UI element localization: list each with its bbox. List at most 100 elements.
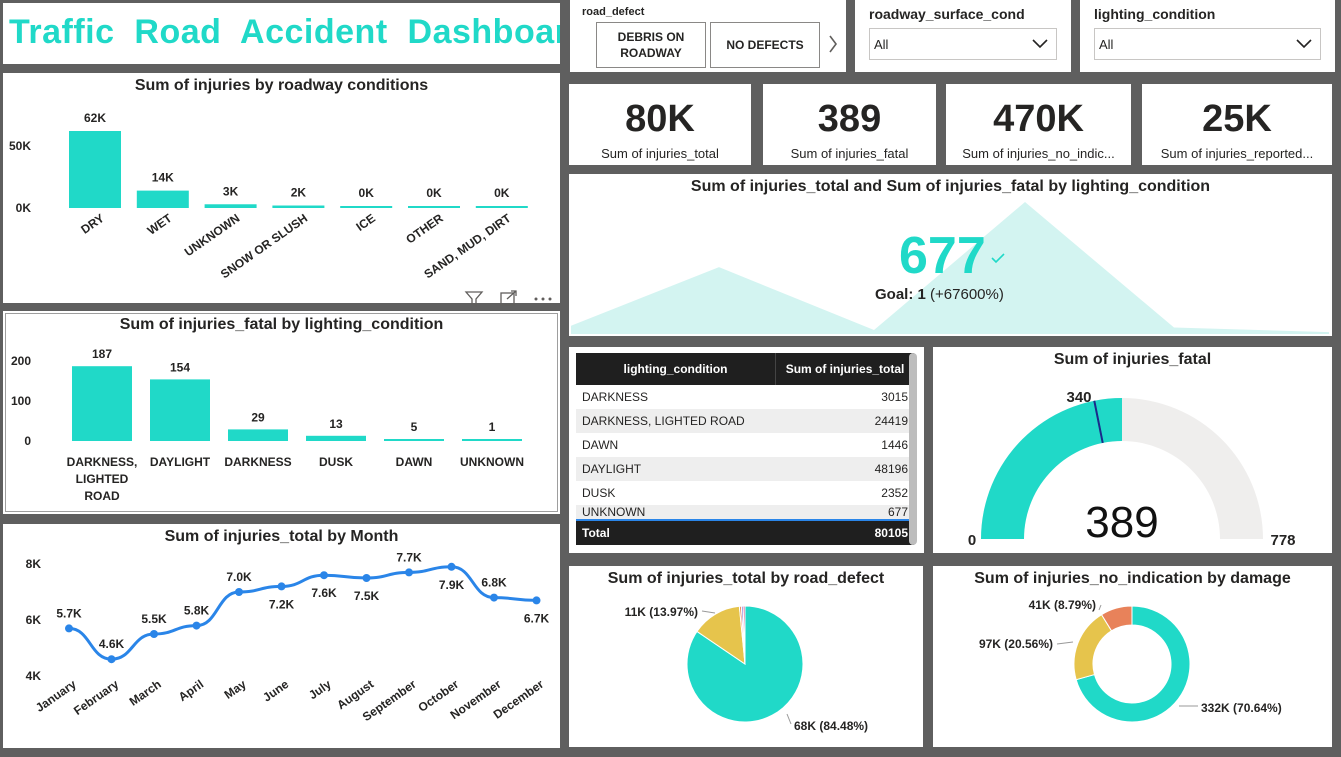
kpi-value-text: 677 <box>899 227 986 285</box>
y-tick-label: 8K <box>26 557 42 571</box>
road-defect-slicer-title: road_defect <box>582 6 645 18</box>
slice-label: 68K (84.48%) <box>794 719 868 733</box>
data-label: 2K <box>291 186 307 200</box>
kpi-goal-change: (+67600%) <box>930 286 1004 303</box>
table-total-value: 80105 <box>775 519 914 545</box>
x-tick-label: April <box>176 677 206 704</box>
x-tick-label: UNKNOWN <box>460 455 524 469</box>
title-panel: Traffic Road Accident Dashboard <box>3 3 560 64</box>
data-label: 3K <box>223 184 239 198</box>
x-tick-label: DARKNESS, LIGHTED ROAD <box>67 455 138 503</box>
data-label: 7.9K <box>439 578 465 592</box>
data-label: 13 <box>329 417 343 431</box>
surface-slicer: roadway_surface_cond All <box>855 0 1071 72</box>
data-label: 154 <box>170 360 190 374</box>
x-tick-label: DUSK <box>319 455 353 469</box>
gauge-max-label: 778 <box>1270 532 1295 549</box>
table-cell: DAYLIGHT <box>576 457 776 481</box>
chip-debris-on-roadway[interactable]: DEBRIS ON ROADWAY <box>596 22 706 68</box>
card-label: Sum of injuries_no_indic... <box>962 146 1115 161</box>
focus-mode-icon[interactable] <box>500 290 517 306</box>
road-defect-pie-chart: 68K (84.48%) 11K (13.97%) <box>625 605 868 733</box>
leader-line <box>1098 604 1102 611</box>
filter-icon[interactable] <box>464 291 484 308</box>
gauge-value: 389 <box>1085 498 1158 547</box>
roadway-chart-panel: Sum of injuries by roadway conditions 50… <box>3 73 560 303</box>
x-tick-label: March <box>127 677 164 709</box>
x-tick-label: February <box>71 677 121 718</box>
data-label: 5 <box>411 420 418 434</box>
column-header[interactable]: lighting_condition <box>576 353 777 385</box>
chip-no-defects[interactable]: NO DEFECTS <box>710 22 820 68</box>
lighting-dropdown[interactable]: All <box>1094 28 1321 60</box>
surface-dropdown[interactable]: All <box>869 28 1057 60</box>
data-label: 0K <box>494 186 510 200</box>
leader-line <box>1056 641 1074 645</box>
series-line <box>68 565 537 661</box>
data-point <box>65 624 73 633</box>
table-cell: 24419 <box>775 409 914 433</box>
table-row: DAYLIGHT 48196 <box>576 457 914 481</box>
data-label: 0K <box>359 186 375 200</box>
bar <box>136 190 189 208</box>
data-point <box>405 568 413 577</box>
gauge-min-label: 0 <box>968 532 976 549</box>
table-row: DARKNESS 3015 <box>576 385 914 409</box>
kpi-goal-value: 1 <box>917 286 926 303</box>
table-cell: 48196 <box>775 457 914 481</box>
card-injuries-reported: 25K Sum of injuries_reported... <box>1142 84 1332 165</box>
data-label: 187 <box>92 347 112 361</box>
table-cell: UNKNOWN <box>576 505 776 520</box>
data-point <box>150 630 158 638</box>
card-value: 80K <box>625 98 695 140</box>
gauge-chart: 340 389 0 778 <box>968 389 1296 549</box>
lighting-slicer-title: lighting_condition <box>1094 6 1216 22</box>
slice-label: 97K (20.56%) <box>979 637 1053 651</box>
data-label: 7.2K <box>269 597 295 611</box>
kpi-value: 677 <box>899 226 1006 286</box>
card-value: 470K <box>993 98 1084 140</box>
y-tick-label: 6K <box>26 613 42 627</box>
bar <box>228 429 288 441</box>
data-label: 1 <box>489 420 496 434</box>
slice-label: 41K (8.79%) <box>1029 598 1096 612</box>
more-options-icon[interactable] <box>534 297 552 301</box>
bar <box>384 439 444 441</box>
x-tick-label: DARKNESS <box>224 455 291 469</box>
table-cell: 677 <box>775 505 914 520</box>
bar <box>150 379 210 441</box>
x-tick-label: July <box>306 677 334 702</box>
column-header[interactable]: Sum of injuries_total <box>775 353 914 385</box>
lighting-slicer: lighting_condition All <box>1080 0 1335 72</box>
pie-panel: Sum of injuries_total by road_defect 68K… <box>569 566 923 747</box>
damage-donut-chart: 332K (70.64%) 97K (20.56%) 41K (8.79%) <box>979 598 1282 723</box>
data-point <box>532 596 541 605</box>
data-label: 62K <box>84 111 106 125</box>
data-point <box>490 593 498 602</box>
table-cell: DARKNESS <box>582 390 649 404</box>
bar <box>204 204 257 208</box>
x-tick-label: DAYLIGHT <box>150 455 211 469</box>
kpi-goal-label: Goal: <box>875 286 914 303</box>
bar <box>408 206 460 208</box>
kpi-goal: Goal: 1 (+67600%) <box>875 286 1004 303</box>
y-tick-label: 100 <box>11 394 31 408</box>
month-chart-panel: Sum of injuries_total by Month 8K 6K 4K 5.7… <box>3 524 560 748</box>
gauge-target-label: 340 <box>1066 389 1091 406</box>
kpi-panel: Sum of injuries_total and Sum of injurie… <box>569 174 1332 336</box>
lighting-dropdown-value: All <box>1099 37 1114 52</box>
dashboard-title: Traffic Road Accident Dashboard <box>9 13 560 51</box>
data-label: 6.8K <box>481 576 507 590</box>
table-cell: 2352 <box>881 486 908 500</box>
fatal-chart-panel[interactable]: Sum of injuries_fatal by lighting_condit… <box>3 311 560 514</box>
lighting-table-panel: lighting_condition Sum of injuries_total… <box>569 347 924 553</box>
y-tick-label: 4K <box>26 669 42 683</box>
card-injuries-total: 80K Sum of injuries_total <box>569 84 751 165</box>
y-tick-label: 50K <box>9 139 31 153</box>
bar <box>462 439 522 441</box>
table-cell: DARKNESS, LIGHTED ROAD <box>576 409 776 433</box>
chevron-down-icon <box>1032 39 1048 49</box>
table-scrollbar[interactable] <box>909 353 917 545</box>
card-value: 25K <box>1202 98 1272 140</box>
road-defect-slicer[interactable]: road_defect DEBRIS ON ROADWAY NO DEFECTS <box>570 0 846 72</box>
